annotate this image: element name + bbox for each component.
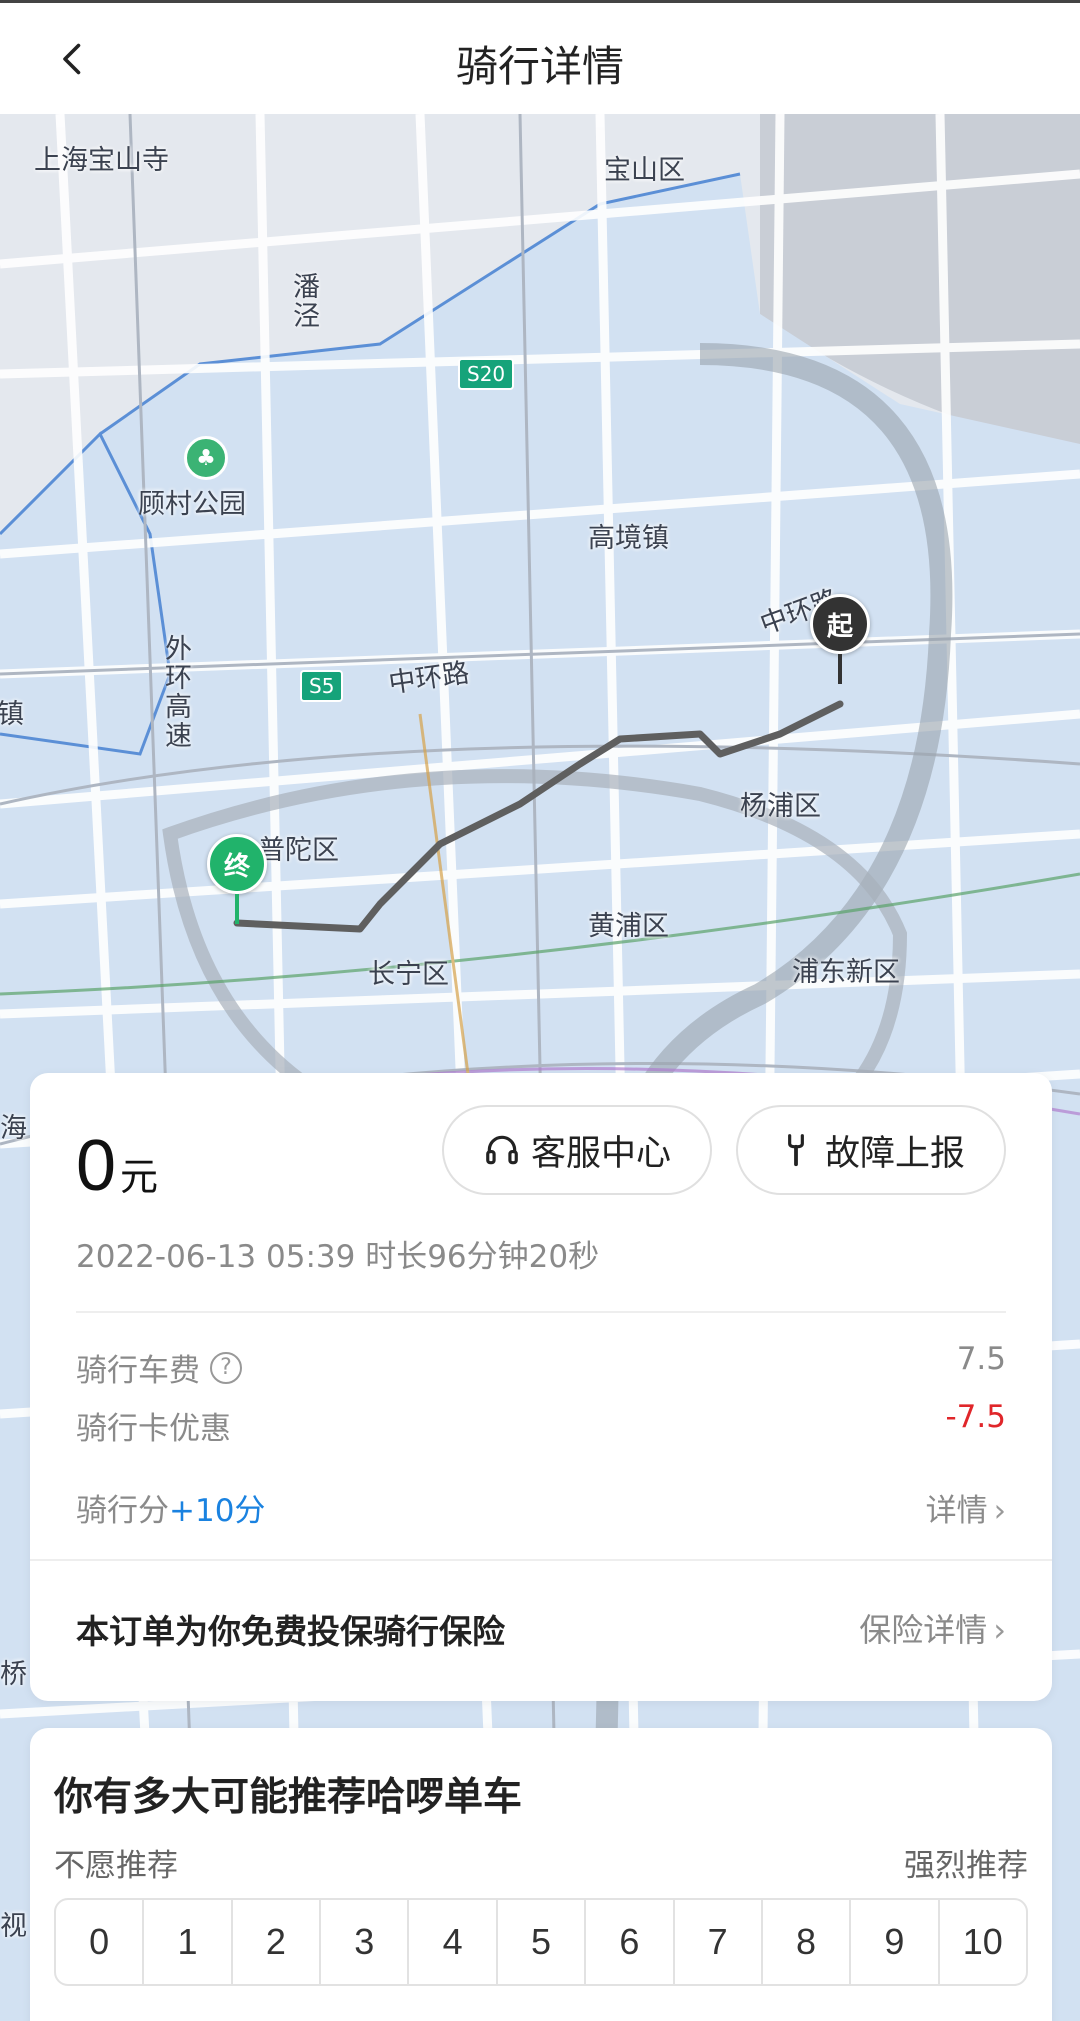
trip-price: 0 元 <box>76 1125 158 1207</box>
map-label-putuo: 普陀区 <box>258 835 339 866</box>
question-icon[interactable]: ? <box>210 1351 242 1384</box>
score-option-0[interactable]: 0 <box>56 1900 145 1984</box>
trip-time-duration: 2022-06-13 05:39 时长96分钟20秒 <box>76 1239 600 1275</box>
points-detail-label: 详情 <box>925 1493 988 1529</box>
discount-value: -7.5 <box>945 1399 1007 1435</box>
recommend-survey-card: 你有多大可能推荐哈啰单车 不愿推荐 强烈推荐 0 1 2 3 4 5 6 7 8… <box>30 1728 1052 2021</box>
insurance-detail-link[interactable]: 保险详情 › <box>859 1605 1006 1651</box>
highway-shield-s20: S20 <box>458 358 515 390</box>
divider <box>30 1559 1052 1561</box>
map-label-baoshan-temple: 上海宝山寺 <box>34 145 169 176</box>
end-marker[interactable]: 终 <box>207 834 267 924</box>
chevron-right-icon: › <box>993 1493 1006 1529</box>
points-label: 骑行分 <box>76 1493 169 1529</box>
points-row: 骑行分 +10分 <box>76 1485 265 1530</box>
map-label-waihuan: 外环高速 <box>160 634 191 750</box>
score-option-4[interactable]: 4 <box>409 1900 498 1984</box>
fee-row-label: 骑行车费 ? <box>76 1345 242 1390</box>
fee-label: 骑行车费 <box>76 1353 200 1389</box>
trip-summary-card: 0 元 客服中心 故障上报 2022-06-13 05:39 时长96分钟20秒… <box>30 1073 1052 1701</box>
customer-service-button[interactable]: 客服中心 <box>442 1105 712 1195</box>
scale-high-label: 强烈推荐 <box>904 1848 1028 1884</box>
insurance-notice: 本订单为你免费投保骑行保险 <box>76 1612 505 1651</box>
customer-service-label: 客服中心 <box>530 1133 671 1174</box>
score-scale: 0 1 2 3 4 5 6 7 8 9 10 <box>54 1898 1028 1986</box>
discount-label: 骑行卡优惠 <box>76 1411 231 1447</box>
survey-title: 你有多大可能推荐哈啰单车 <box>54 1775 523 1820</box>
price-amount: 0 <box>76 1126 117 1206</box>
park-icon: ♣ <box>184 436 228 480</box>
fee-value: 7.5 <box>956 1341 1006 1377</box>
price-unit: 元 <box>120 1155 159 1199</box>
headset-icon <box>486 1135 518 1165</box>
score-option-1[interactable]: 1 <box>144 1900 233 1984</box>
fault-report-button[interactable]: 故障上报 <box>736 1105 1006 1195</box>
highway-shield-s5: S5 <box>300 670 344 702</box>
score-option-10[interactable]: 10 <box>940 1900 1026 1984</box>
score-option-6[interactable]: 6 <box>586 1900 675 1984</box>
header-bar: 骑行详情 <box>0 0 1080 114</box>
map-label-baoshan-district: 宝山区 <box>604 155 685 186</box>
map-label-yangpu: 杨浦区 <box>740 791 821 822</box>
map-label-pudong: 浦东新区 <box>792 957 900 988</box>
score-option-9[interactable]: 9 <box>851 1900 940 1984</box>
fault-report-label: 故障上报 <box>824 1133 965 1174</box>
end-pin-icon: 终 <box>207 834 267 894</box>
scale-low-label: 不愿推荐 <box>54 1848 178 1884</box>
score-option-7[interactable]: 7 <box>675 1900 763 1984</box>
map-label-changning: 长宁区 <box>368 959 449 990</box>
points-value: +10分 <box>169 1493 266 1529</box>
map-label-qiao: 桥 <box>0 1659 27 1690</box>
divider <box>76 1311 1006 1313</box>
points-detail-link[interactable]: 详情 › <box>926 1485 1006 1530</box>
map-label-huangpu: 黄浦区 <box>588 911 669 942</box>
page-title: 骑行详情 <box>455 42 624 91</box>
map-label-zhen: 古镇 <box>0 699 24 730</box>
score-option-8[interactable]: 8 <box>763 1900 852 1984</box>
start-marker[interactable]: 起 <box>810 594 870 684</box>
insurance-detail-label: 保险详情 <box>859 1611 988 1649</box>
score-option-2[interactable]: 2 <box>233 1900 322 1984</box>
map-label-shi: 视 <box>0 1911 27 1942</box>
map-label-gucun-park: 顾村公园 <box>138 489 246 520</box>
score-option-5[interactable]: 5 <box>498 1900 587 1984</box>
score-option-3[interactable]: 3 <box>321 1900 410 1984</box>
wrench-icon <box>788 1134 804 1167</box>
map-label-hai: 海 <box>0 1113 27 1144</box>
chevron-right-icon: › <box>993 1611 1006 1649</box>
map-label-gaojing: 高境镇 <box>588 523 669 554</box>
map-label-panjing: 潘泾 <box>288 272 319 330</box>
start-pin-icon: 起 <box>810 594 870 654</box>
